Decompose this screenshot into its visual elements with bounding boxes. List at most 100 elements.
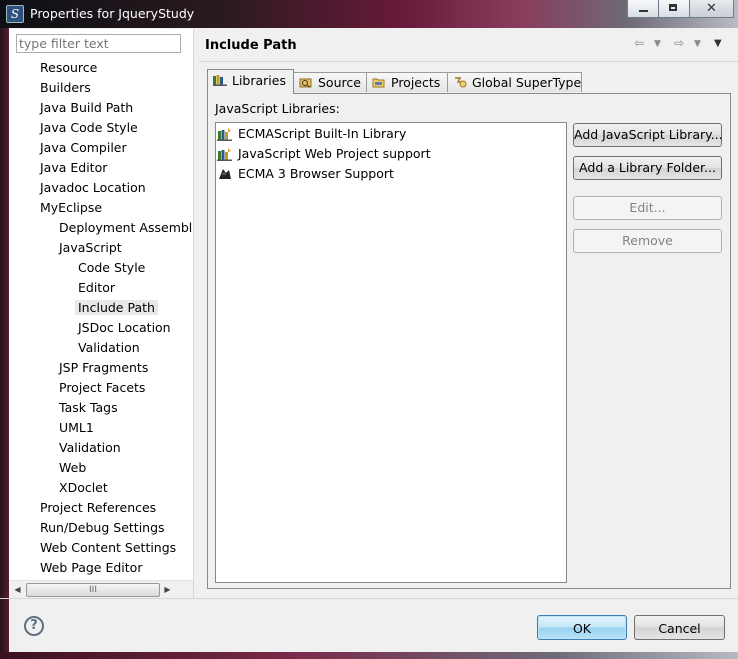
tree-horizontal-scrollbar[interactable]: ◀ III ▶ (9, 580, 193, 598)
tree-item[interactable]: JavaScript (59, 239, 122, 257)
tree-item-label: Java Build Path (40, 100, 134, 115)
projects-icon (372, 74, 386, 88)
scroll-right-icon[interactable]: ▶ (159, 581, 176, 598)
minimize-button[interactable] (627, 0, 659, 18)
tree-item[interactable]: Editor (78, 279, 115, 297)
tree-item[interactable]: Project Facets (59, 379, 145, 397)
tab-global-supertype[interactable]: Global SuperType (447, 72, 582, 92)
tree-item[interactable]: JSP Fragments (59, 359, 148, 377)
add-javascript-library-button[interactable]: Add JavaScript Library... (573, 123, 723, 147)
close-button[interactable]: ✕ (689, 0, 734, 18)
tree-item-label: Validation (78, 340, 140, 355)
view-menu-icon[interactable]: ▼ (714, 38, 722, 49)
maximize-button[interactable] (658, 0, 690, 18)
tree-item[interactable]: JSDoc Location (78, 319, 171, 337)
remove-button[interactable]: Remove (573, 229, 722, 253)
window-title: Properties for JqueryStudy (30, 6, 195, 21)
tree-item-label: Resource (40, 60, 98, 75)
page-navigation: ⇦ ▼ ⇨ ▼ ▼ (632, 36, 732, 54)
add-library-folder-button[interactable]: Add a Library Folder... (573, 156, 722, 180)
tab-projects[interactable]: Projects (366, 72, 448, 92)
back-arrow-icon[interactable]: ⇦ (634, 36, 644, 50)
back-menu-chevron-icon[interactable]: ▼ (654, 39, 661, 49)
tree-item-label: Java Compiler (40, 140, 127, 155)
edit-button[interactable]: Edit... (573, 196, 722, 220)
scroll-thumb[interactable]: III (26, 583, 160, 597)
tab-global-supertype-label: Global SuperType (472, 75, 582, 90)
list-item[interactable]: ECMAScript Built-In Library (217, 125, 406, 143)
tree-item-label: JSP Fragments (59, 360, 149, 375)
libraries-icon (213, 71, 227, 86)
tree-item-label: JSDoc Location (78, 320, 171, 335)
minimize-icon (639, 10, 648, 12)
tree-item[interactable]: Java Compiler (40, 139, 127, 157)
window-border-bottom (0, 652, 738, 659)
tree-item[interactable]: Builders (40, 79, 91, 97)
tree-item-label: Task Tags (59, 400, 118, 415)
tree-item[interactable]: Validation (78, 339, 140, 357)
tab-libraries-label: Libraries (232, 73, 286, 88)
tree-item[interactable]: Web (59, 459, 86, 477)
tree-item[interactable]: Code Style (78, 259, 145, 277)
library-icon (217, 127, 233, 141)
tree-item[interactable]: Run/Debug Settings (40, 519, 165, 537)
browser-library-icon (217, 167, 233, 181)
list-item[interactable]: ECMA 3 Browser Support (219, 165, 394, 183)
tree-item[interactable]: Validation (59, 439, 121, 457)
tree-item[interactable]: Project References (40, 499, 156, 517)
window-border-left (0, 28, 9, 659)
scroll-left-icon[interactable]: ◀ (9, 581, 26, 598)
filter-input[interactable] (16, 34, 181, 53)
title-bar[interactable]: S Properties for JqueryStudy ✕ (0, 0, 738, 28)
tree-item-label: Validation (59, 440, 121, 455)
close-icon: ✕ (706, 1, 717, 16)
tree-item[interactable]: Include Path (75, 299, 158, 317)
tree-item-label: UML1 (59, 420, 94, 435)
page-title: Include Path (205, 38, 297, 53)
tree-item[interactable]: MyEclipse (40, 199, 102, 217)
javascript-libraries-label: JavaScript Libraries: (215, 101, 340, 116)
property-pages-panel: Resource Builders Java Build Path Java Code… (9, 29, 194, 598)
tree-item[interactable]: Deployment Assembl (59, 219, 192, 237)
tree-item-label: Project References (40, 500, 157, 515)
tree-item[interactable]: Web Page Editor (40, 559, 142, 577)
tree-item[interactable]: Java Editor (40, 159, 107, 177)
javascript-libraries-list[interactable]: ECMAScript Built-In Library JavaScript W… (215, 122, 567, 583)
help-icon[interactable]: ? (24, 616, 44, 636)
window-controls: ✕ (627, 0, 734, 18)
tree-item[interactable]: Javadoc Location (40, 179, 146, 197)
cancel-button[interactable]: Cancel (634, 615, 725, 640)
tree-item-label: Builders (40, 80, 91, 95)
tree-item-label: Web Content Settings (40, 540, 177, 555)
tree-item[interactable]: Java Code Style (40, 119, 138, 137)
tree-item[interactable]: UML1 (59, 419, 94, 437)
tree-item[interactable]: Java Build Path (40, 99, 133, 117)
library-name: ECMA 3 Browser Support (238, 166, 394, 181)
tree-item[interactable]: XDoclet (59, 479, 108, 497)
list-item[interactable]: JavaScript Web Project support (217, 145, 431, 163)
tree-item[interactable]: Web Content Settings (40, 539, 176, 557)
tab-source[interactable]: Source (293, 72, 367, 92)
tree-item-label: MyEclipse (40, 200, 103, 215)
properties-dialog: S Properties for JqueryStudy ✕ Resource B… (0, 0, 738, 659)
tree-item-label: JavaScript (59, 240, 122, 255)
forward-menu-chevron-icon[interactable]: ▼ (694, 39, 701, 49)
library-name: JavaScript Web Project support (238, 146, 431, 161)
tree-item-label: Javadoc Location (40, 180, 146, 195)
library-icon (217, 147, 233, 161)
tree-item-label: Java Editor (40, 160, 108, 175)
tree-item[interactable]: Resource (40, 59, 97, 77)
tree-item-label: Include Path (75, 300, 158, 315)
header-divider (199, 61, 738, 62)
tree-item-label: Code Style (78, 260, 146, 275)
forward-arrow-icon[interactable]: ⇨ (674, 36, 684, 50)
tree-item-label: XDoclet (59, 480, 108, 495)
tree-item-label: Project Facets (59, 380, 146, 395)
ok-button[interactable]: OK (537, 615, 627, 640)
source-icon (299, 74, 313, 88)
tab-libraries[interactable]: Libraries (207, 69, 294, 94)
tree-item-label: Web (59, 460, 87, 475)
tree-item[interactable]: Task Tags (59, 399, 118, 417)
tab-projects-label: Projects (391, 75, 441, 90)
footer-divider (0, 598, 738, 599)
